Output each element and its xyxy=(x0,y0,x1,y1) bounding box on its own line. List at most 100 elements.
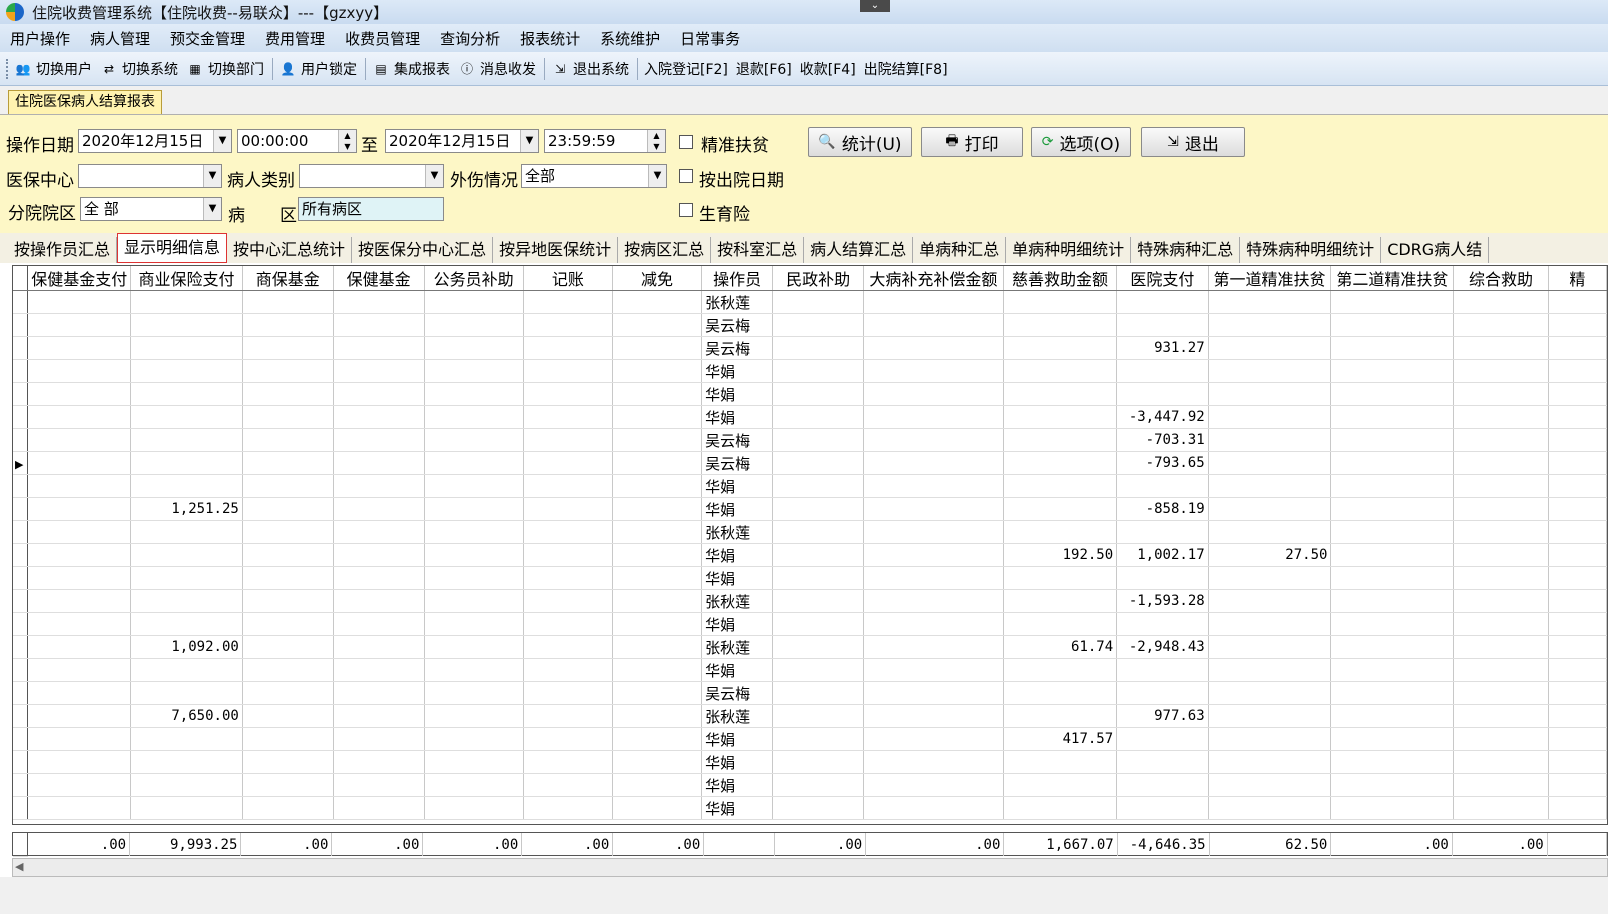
time-to-spinner[interactable]: 23:59:59 ▲ ▼ xyxy=(544,129,666,153)
table-cell[interactable] xyxy=(242,635,334,659)
table-cell[interactable] xyxy=(863,428,1004,452)
table-cell[interactable] xyxy=(612,451,703,475)
time-from-spinner[interactable]: 00:00:00 ▲ ▼ xyxy=(237,129,357,153)
table-cell[interactable] xyxy=(1548,405,1607,429)
table-cell[interactable] xyxy=(612,520,703,544)
dropdown-arrow-icon[interactable]: ▼ xyxy=(213,130,231,152)
table-cell[interactable]: 华娟 xyxy=(701,773,774,797)
table-cell[interactable] xyxy=(1208,474,1332,498)
row-indicator[interactable] xyxy=(13,773,29,797)
table-cell[interactable] xyxy=(612,474,703,498)
table-cell[interactable] xyxy=(424,313,524,337)
row-indicator[interactable] xyxy=(13,405,29,429)
table-row[interactable]: 张秋莲 xyxy=(13,290,1607,314)
table-cell[interactable] xyxy=(242,474,334,498)
table-cell[interactable] xyxy=(863,612,1004,636)
table-cell[interactable] xyxy=(612,773,703,797)
table-cell[interactable] xyxy=(1330,796,1455,820)
table-cell[interactable] xyxy=(242,336,334,360)
table-cell[interactable]: 吴云梅 xyxy=(701,681,774,705)
table-cell[interactable]: 张秋莲 xyxy=(701,589,774,613)
table-cell[interactable] xyxy=(1003,290,1118,314)
table-cell[interactable] xyxy=(27,727,132,751)
table-cell[interactable] xyxy=(523,658,613,682)
table-cell[interactable] xyxy=(1453,474,1549,498)
table-row[interactable]: 华娟 xyxy=(13,382,1607,406)
table-cell[interactable] xyxy=(1330,635,1455,659)
table-cell[interactable] xyxy=(1003,405,1118,429)
table-cell[interactable] xyxy=(1208,405,1332,429)
table-cell[interactable] xyxy=(130,451,243,475)
table-cell[interactable]: 1,092.00 xyxy=(130,635,243,659)
table-cell[interactable] xyxy=(1453,313,1549,337)
table-cell[interactable] xyxy=(863,681,1004,705)
table-cell[interactable] xyxy=(1116,750,1209,774)
table-cell[interactable] xyxy=(424,359,524,383)
dropdown-arrow-icon[interactable]: ▼ xyxy=(203,198,221,220)
table-cell[interactable] xyxy=(424,520,524,544)
table-cell[interactable] xyxy=(1330,681,1455,705)
table-cell[interactable] xyxy=(333,727,425,751)
row-indicator[interactable] xyxy=(13,681,29,705)
table-cell[interactable]: 华娟 xyxy=(701,474,774,498)
table-cell[interactable]: 华娟 xyxy=(701,497,774,521)
menu-item-4[interactable]: 收费员管理 xyxy=(345,28,420,49)
switch-system-button[interactable]: ⇄ 切换系统 xyxy=(100,59,178,79)
table-cell[interactable] xyxy=(523,612,613,636)
table-cell[interactable] xyxy=(1330,474,1455,498)
table-cell[interactable] xyxy=(1453,612,1549,636)
table-row[interactable]: 华娟 xyxy=(13,750,1607,774)
table-cell[interactable] xyxy=(1453,727,1549,751)
report-tab-8[interactable]: 单病种汇总 xyxy=(913,237,1007,263)
report-tab-11[interactable]: 特殊病种明细统计 xyxy=(1240,237,1382,263)
report-tab-4[interactable]: 按异地医保统计 xyxy=(493,237,619,263)
table-cell[interactable] xyxy=(27,750,132,774)
column-header[interactable]: 减免 xyxy=(612,266,703,291)
table-cell[interactable] xyxy=(863,566,1004,590)
table-cell[interactable] xyxy=(772,658,865,682)
table-cell[interactable] xyxy=(772,635,865,659)
table-cell[interactable]: 吴云梅 xyxy=(701,313,774,337)
table-cell[interactable] xyxy=(424,543,524,567)
table-cell[interactable] xyxy=(1548,497,1607,521)
table-cell[interactable]: 931.27 xyxy=(1116,336,1209,360)
table-cell[interactable] xyxy=(424,796,524,820)
table-cell[interactable] xyxy=(523,474,613,498)
table-cell[interactable] xyxy=(1116,681,1209,705)
table-cell[interactable] xyxy=(27,359,132,383)
insurance-center-select[interactable]: ▼ xyxy=(78,164,222,188)
table-cell[interactable] xyxy=(772,313,865,337)
column-header[interactable]: 商业保险支付 xyxy=(130,266,243,291)
table-cell[interactable] xyxy=(523,796,613,820)
table-cell[interactable] xyxy=(1208,612,1332,636)
table-cell[interactable] xyxy=(1330,405,1455,429)
table-cell[interactable] xyxy=(1330,497,1455,521)
table-cell[interactable] xyxy=(1453,520,1549,544)
table-cell[interactable] xyxy=(1330,612,1455,636)
table-cell[interactable]: -703.31 xyxy=(1116,428,1209,452)
table-cell[interactable] xyxy=(242,589,334,613)
integrated-report-button[interactable]: ▤ 集成报表 xyxy=(372,59,450,79)
table-cell[interactable] xyxy=(242,796,334,820)
row-indicator[interactable] xyxy=(13,382,29,406)
table-cell[interactable] xyxy=(1453,773,1549,797)
table-cell[interactable] xyxy=(772,382,865,406)
table-cell[interactable] xyxy=(1003,313,1118,337)
table-cell[interactable] xyxy=(27,451,132,475)
table-cell[interactable] xyxy=(424,382,524,406)
table-cell[interactable] xyxy=(1208,359,1332,383)
table-cell[interactable] xyxy=(1453,566,1549,590)
table-cell[interactable] xyxy=(772,750,865,774)
table-cell[interactable] xyxy=(333,405,425,429)
table-cell[interactable] xyxy=(242,451,334,475)
table-row[interactable]: 1,251.25 华娟 -858.19 xyxy=(13,497,1607,521)
table-cell[interactable]: 华娟 xyxy=(701,727,774,751)
table-cell[interactable] xyxy=(1330,543,1455,567)
table-cell[interactable] xyxy=(1003,336,1118,360)
table-cell[interactable] xyxy=(612,796,703,820)
table-row[interactable]: 7,650.00 张秋莲 977.63 xyxy=(13,704,1607,728)
table-cell[interactable] xyxy=(1208,428,1332,452)
table-cell[interactable] xyxy=(1453,796,1549,820)
scroll-left-icon[interactable]: ◀ xyxy=(15,860,23,873)
report-tab-12[interactable]: CDRG病人结 xyxy=(1381,237,1490,263)
